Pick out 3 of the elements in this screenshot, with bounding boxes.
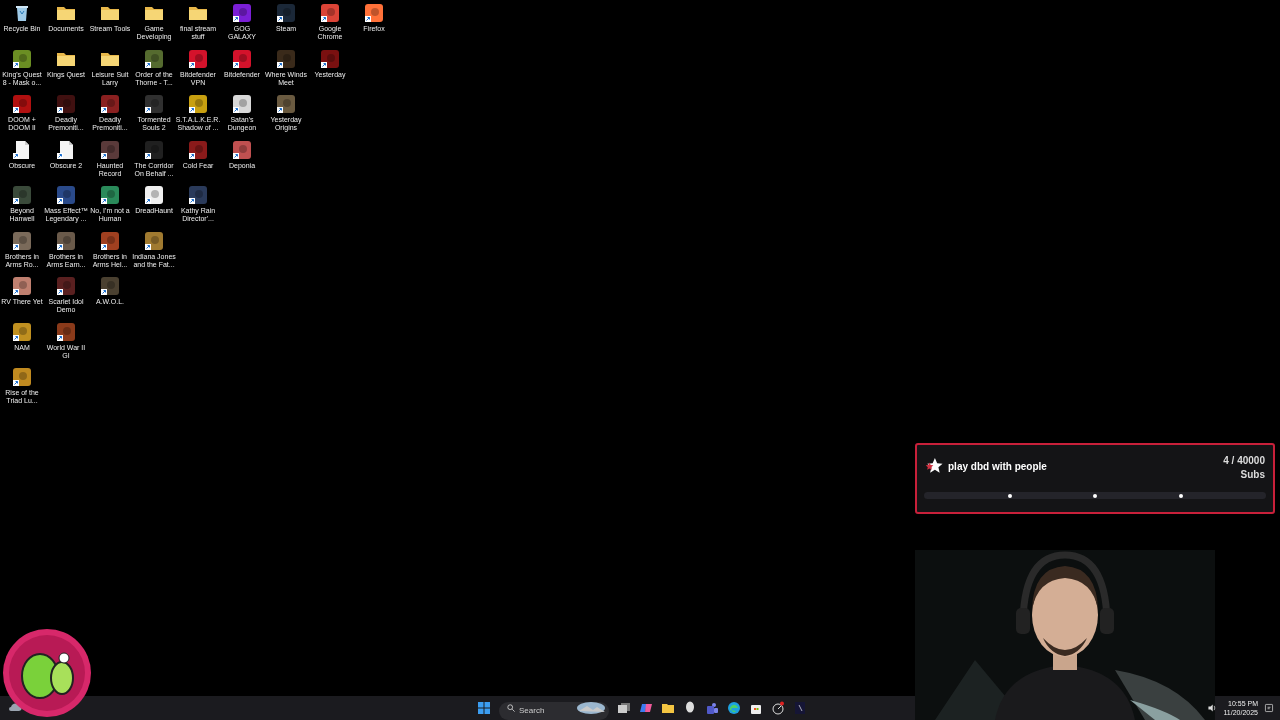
goal-title: play dbd with people [948,461,1048,472]
goal-count: 4 / 40000 [1223,454,1265,468]
goal-unit: Subs [1240,468,1265,482]
